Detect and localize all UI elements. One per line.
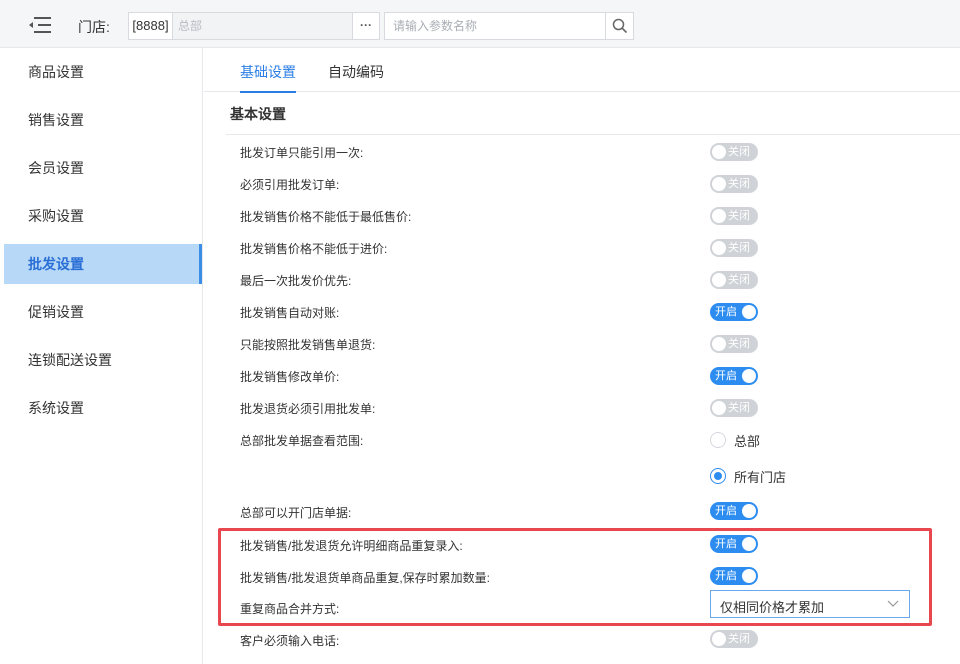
radio-all-stores[interactable]: 所有门店 bbox=[710, 467, 790, 485]
sidebar-item-member[interactable]: 会员设置 bbox=[4, 148, 202, 188]
toggle-state: 关闭 bbox=[728, 242, 750, 254]
radio-circle bbox=[710, 468, 726, 484]
setting-toggle[interactable]: 关闭 bbox=[710, 143, 758, 161]
chevron-down-icon bbox=[887, 600, 899, 607]
sidebar: 商品设置 销售设置 会员设置 采购设置 批发设置 促销设置 连锁配送设置 系统设… bbox=[0, 48, 203, 664]
toggle-knob bbox=[712, 145, 726, 159]
radio-circle bbox=[710, 432, 726, 448]
radio-headquarters[interactable]: 总部 bbox=[710, 431, 790, 449]
toggle-state: 关闭 bbox=[728, 146, 750, 158]
toggle-knob bbox=[712, 177, 726, 191]
sidebar-item-wholesale[interactable]: 批发设置 bbox=[4, 244, 202, 284]
toggle-knob bbox=[712, 209, 726, 223]
sidebar-item-chain-delivery[interactable]: 连锁配送设置 bbox=[4, 340, 202, 380]
setting-label: 批发销售价格不能低于进价: bbox=[240, 242, 388, 256]
sidebar-item-system[interactable]: 系统设置 bbox=[4, 388, 202, 428]
setting-toggle[interactable]: 关闭 bbox=[710, 239, 758, 257]
setting-toggle[interactable]: 关闭 bbox=[710, 630, 758, 648]
toggle-state: 开启 bbox=[715, 538, 737, 550]
toggle-state: 开启 bbox=[715, 570, 737, 582]
setting-label: 批发销售/批发退货允许明细商品重复录入: bbox=[240, 539, 463, 553]
setting-toggle[interactable]: 关闭 bbox=[710, 399, 758, 417]
toggle-knob bbox=[742, 504, 756, 518]
setting-label: 批发销售修改单价: bbox=[240, 370, 340, 384]
menu-collapse-icon[interactable] bbox=[28, 16, 52, 34]
setting-toggle[interactable]: 开启 bbox=[710, 567, 758, 585]
store-code: [8888] bbox=[129, 13, 173, 39]
store-label: 门店: bbox=[78, 19, 110, 35]
divider bbox=[226, 134, 960, 135]
setting-toggle[interactable]: 关闭 bbox=[710, 175, 758, 193]
sidebar-item-product[interactable]: 商品设置 bbox=[4, 52, 202, 92]
toggle-knob bbox=[712, 401, 726, 415]
setting-label: 批发退货必须引用批发单: bbox=[240, 402, 376, 416]
toggle-knob bbox=[742, 537, 756, 551]
toggle-state: 关闭 bbox=[728, 402, 750, 414]
sidebar-item-purchase[interactable]: 采购设置 bbox=[4, 196, 202, 236]
setting-toggle[interactable]: 关闭 bbox=[710, 207, 758, 225]
radio-label: 总部 bbox=[734, 433, 761, 449]
search-button[interactable] bbox=[605, 13, 633, 39]
setting-toggle[interactable]: 开启 bbox=[710, 367, 758, 385]
top-bar: 门店: [8888] 总部 ··· bbox=[0, 0, 960, 48]
tab-basic-settings[interactable]: 基础设置 bbox=[240, 62, 296, 93]
sidebar-item-sales[interactable]: 销售设置 bbox=[4, 100, 202, 140]
setting-label: 只能按照批发销售单退货: bbox=[240, 338, 376, 352]
toggle-knob bbox=[742, 369, 756, 383]
main-content: 基础设置 自动编码 基本设置 批发订单只能引用一次: 关闭 必须引用批发订单: … bbox=[204, 48, 960, 664]
toggle-state: 关闭 bbox=[728, 178, 750, 190]
toggle-knob bbox=[712, 273, 726, 287]
search-icon bbox=[612, 18, 627, 34]
select-value: 仅相同价格才累加 bbox=[720, 600, 825, 615]
toggle-state: 关闭 bbox=[728, 274, 750, 286]
setting-label: 批发销售自动对账: bbox=[240, 306, 340, 320]
toggle-state: 开启 bbox=[715, 505, 737, 517]
setting-toggle[interactable]: 关闭 bbox=[710, 271, 758, 289]
tab-auto-code[interactable]: 自动编码 bbox=[328, 62, 384, 91]
section-title: 基本设置 bbox=[230, 106, 286, 122]
toggle-state: 开启 bbox=[715, 306, 737, 318]
toggle-knob bbox=[712, 241, 726, 255]
setting-toggle[interactable]: 开启 bbox=[710, 502, 758, 520]
toggle-state: 开启 bbox=[715, 370, 737, 382]
radio-label: 所有门店 bbox=[734, 469, 787, 485]
sidebar-item-promotion[interactable]: 促销设置 bbox=[4, 292, 202, 332]
toggle-knob bbox=[742, 569, 756, 583]
setting-label: 客户必须输入电话: bbox=[240, 634, 340, 648]
merge-mode-select[interactable]: 仅相同价格才累加 bbox=[710, 590, 910, 618]
toggle-knob bbox=[712, 632, 726, 646]
merge-label: 重复商品合并方式: bbox=[240, 602, 340, 616]
search-box bbox=[384, 12, 634, 40]
store-more-button[interactable]: ··· bbox=[352, 13, 379, 39]
setting-label: 必须引用批发订单: bbox=[240, 178, 340, 192]
setting-label: 批发销售/批发退货单商品重复,保存时累加数量: bbox=[240, 571, 491, 585]
toggle-knob bbox=[742, 305, 756, 319]
toggle-state: 关闭 bbox=[728, 633, 750, 645]
setting-toggle[interactable]: 开启 bbox=[710, 303, 758, 321]
setting-label: 批发销售价格不能低于最低售价: bbox=[240, 210, 412, 224]
store-name: 总部 bbox=[173, 13, 352, 39]
toggle-state: 关闭 bbox=[728, 338, 750, 350]
search-input[interactable] bbox=[385, 13, 605, 39]
store-selector[interactable]: [8888] 总部 ··· bbox=[128, 12, 380, 40]
toggle-state: 关闭 bbox=[728, 210, 750, 222]
setting-label: 最后一次批发价优先: bbox=[240, 274, 352, 288]
setting-toggle[interactable]: 关闭 bbox=[710, 335, 758, 353]
setting-label: 总部可以开门店单据: bbox=[240, 506, 352, 520]
toggle-knob bbox=[712, 337, 726, 351]
scope-label: 总部批发单据查看范围: bbox=[240, 434, 364, 448]
tab-bar: 基础设置 自动编码 bbox=[204, 48, 960, 93]
setting-toggle[interactable]: 开启 bbox=[710, 535, 758, 553]
setting-label: 批发订单只能引用一次: bbox=[240, 146, 364, 160]
